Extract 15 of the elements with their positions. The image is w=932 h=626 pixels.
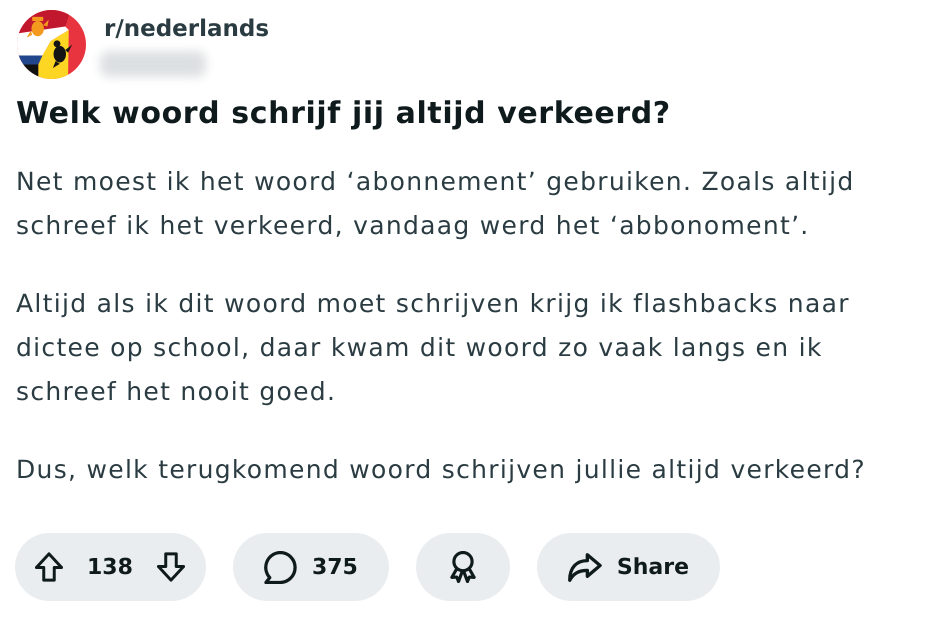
award-ribbon-icon [450,551,476,583]
body-paragraph: Dus, welk terugkomend woord schrijven jullie altijd verkeerd? [16,454,867,486]
upvote-button[interactable] [35,552,63,582]
down-arrow-icon [156,552,185,582]
up-arrow-icon [35,552,63,582]
comments-button[interactable]: 375 [232,533,389,601]
speech-bubble-icon [264,550,297,584]
body-paragraph: Altijd als ik dit woord moet schrijven krijg ik flashbacks naar dictee op school, daar kwam dit woord zo vaak langs en ik schreef het nooit goed. [16,288,851,408]
share-arrow-icon [568,552,602,582]
downvote-button[interactable] [156,552,185,582]
post-title: Welk woord schrijf jij altijd verkeerd? [16,95,672,133]
share-button[interactable]: Share [536,533,720,601]
vote-count: 138 [87,554,133,580]
body-paragraph: Net moest ik het woord ‘abonnement’ gebruiken. Zoals altijd schreef ik het verkeerd, vandaag werd het ‘abbonoment’. [16,166,856,242]
subreddit-name[interactable]: r/nederlands [104,15,270,43]
